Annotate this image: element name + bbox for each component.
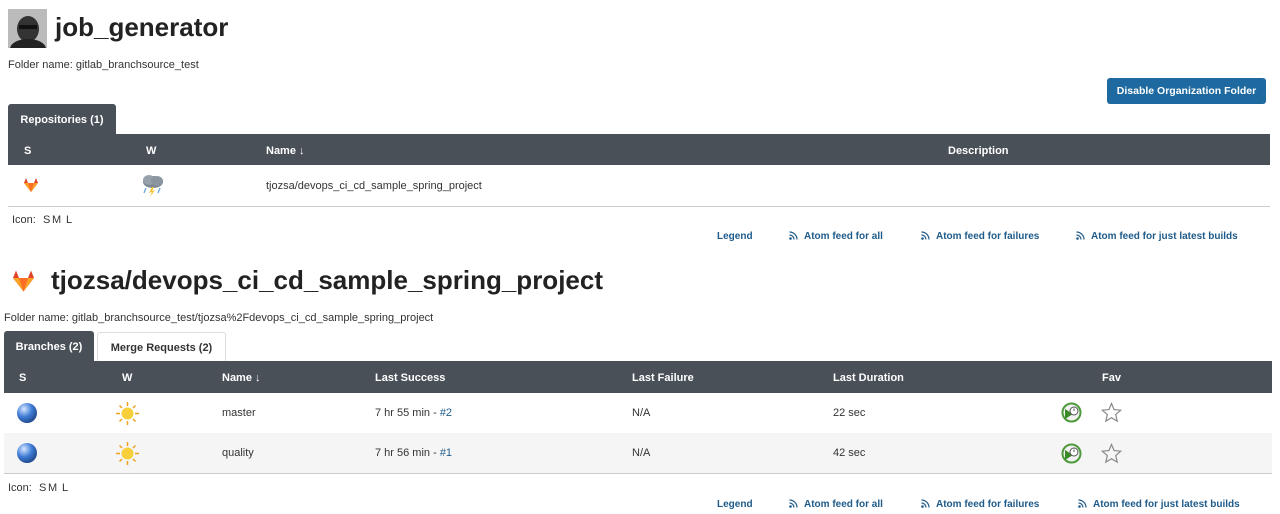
- col-description[interactable]: Description: [948, 145, 1009, 157]
- schedule-build-icon[interactable]: [1061, 402, 1082, 423]
- favorite-star-icon[interactable]: [1100, 401, 1123, 423]
- icon-size-m[interactable]: M: [52, 214, 61, 226]
- favorite-star-icon[interactable]: [1100, 442, 1123, 464]
- schedule-build-icon[interactable]: [1061, 443, 1082, 464]
- tab-merge-requests[interactable]: Merge Requests (2): [97, 332, 226, 362]
- atom-feed-all-label: Atom feed for all: [804, 231, 883, 242]
- repository-link[interactable]: tjozsa/devops_ci_cd_sample_spring_projec…: [266, 180, 482, 192]
- icon-size-l[interactable]: L: [62, 482, 68, 494]
- build-link[interactable]: #1: [440, 447, 452, 459]
- folder-name: Folder name: gitlab_branchsource_test: [8, 59, 199, 71]
- rss-icon: [1076, 231, 1085, 240]
- legend-link[interactable]: Legend: [717, 231, 753, 242]
- atom-feed-all-link[interactable]: Atom feed for all: [789, 499, 883, 510]
- icon-size-s[interactable]: S: [43, 214, 50, 226]
- atom-feed-failures-label: Atom feed for failures: [936, 231, 1040, 242]
- page-title: job_generator: [55, 12, 229, 42]
- last-failure: N/A: [632, 447, 651, 459]
- blue-ball-icon: [16, 442, 38, 464]
- col-status[interactable]: S: [24, 145, 31, 157]
- rss-icon: [1078, 499, 1087, 508]
- project-title: tjozsa/devops_ci_cd_sample_spring_projec…: [51, 265, 603, 295]
- branch-link-quality[interactable]: quality: [222, 447, 254, 459]
- last-success-time: 7 hr 55 min -: [375, 407, 440, 419]
- gitlab-icon: [23, 177, 39, 193]
- branch-link-master[interactable]: master: [222, 407, 256, 419]
- last-success-time: 7 hr 56 min -: [375, 447, 440, 459]
- icon-size-label: Icon:: [8, 482, 32, 494]
- legend-link[interactable]: Legend: [717, 499, 753, 510]
- icon-size-l[interactable]: L: [66, 214, 72, 226]
- table-row: [8, 165, 1270, 207]
- col-name[interactable]: Name ↓: [222, 372, 261, 384]
- col-status[interactable]: S: [19, 372, 26, 384]
- gitlab-icon: [11, 269, 36, 293]
- repositories-table-header: [8, 134, 1270, 165]
- col-last-failure[interactable]: Last Failure: [632, 372, 694, 384]
- build-link[interactable]: #2: [440, 407, 452, 419]
- col-last-success[interactable]: Last Success: [375, 372, 445, 384]
- atom-feed-latest-label: Atom feed for just latest builds: [1091, 231, 1238, 242]
- atom-feed-failures-label: Atom feed for failures: [936, 499, 1040, 510]
- sunny-icon: [115, 401, 140, 426]
- sunny-icon: [115, 441, 140, 466]
- col-weather[interactable]: W: [146, 145, 156, 157]
- last-success: 7 hr 55 min - #2: [375, 407, 452, 419]
- avatar: [8, 9, 47, 48]
- last-duration: 42 sec: [833, 447, 866, 459]
- atom-feed-latest-link[interactable]: Atom feed for just latest builds: [1078, 499, 1240, 510]
- atom-feed-failures-link[interactable]: Atom feed for failures: [921, 231, 1039, 242]
- tab-branches[interactable]: Branches (2): [4, 331, 94, 362]
- last-success: 7 hr 56 min - #1: [375, 447, 452, 459]
- atom-feed-all-link[interactable]: Atom feed for all: [789, 231, 883, 242]
- rss-icon: [921, 499, 930, 508]
- project-folder-name: Folder name: gitlab_branchsource_test/tj…: [4, 312, 434, 324]
- last-duration: 22 sec: [833, 407, 866, 419]
- atom-feed-latest-label: Atom feed for just latest builds: [1093, 499, 1240, 510]
- col-fav[interactable]: Fav: [1102, 372, 1121, 384]
- atom-feed-latest-link[interactable]: Atom feed for just latest builds: [1076, 231, 1238, 242]
- atom-feed-failures-link[interactable]: Atom feed for failures: [921, 499, 1039, 510]
- atom-feed-all-label: Atom feed for all: [804, 499, 883, 510]
- col-weather[interactable]: W: [122, 372, 132, 384]
- col-last-duration[interactable]: Last Duration: [833, 372, 904, 384]
- icon-size-s[interactable]: S: [39, 482, 46, 494]
- blue-ball-icon: [16, 402, 38, 424]
- col-name[interactable]: Name ↓: [266, 145, 305, 157]
- icon-size-label: Icon:: [12, 214, 36, 226]
- rss-icon: [921, 231, 930, 240]
- last-failure: N/A: [632, 407, 651, 419]
- rss-icon: [789, 231, 798, 240]
- icon-size-m[interactable]: M: [48, 482, 57, 494]
- disable-organization-folder-button[interactable]: Disable Organization Folder: [1107, 78, 1266, 104]
- tab-repositories[interactable]: Repositories (1): [8, 104, 116, 135]
- storm-icon: [140, 173, 166, 197]
- rss-icon: [789, 499, 798, 508]
